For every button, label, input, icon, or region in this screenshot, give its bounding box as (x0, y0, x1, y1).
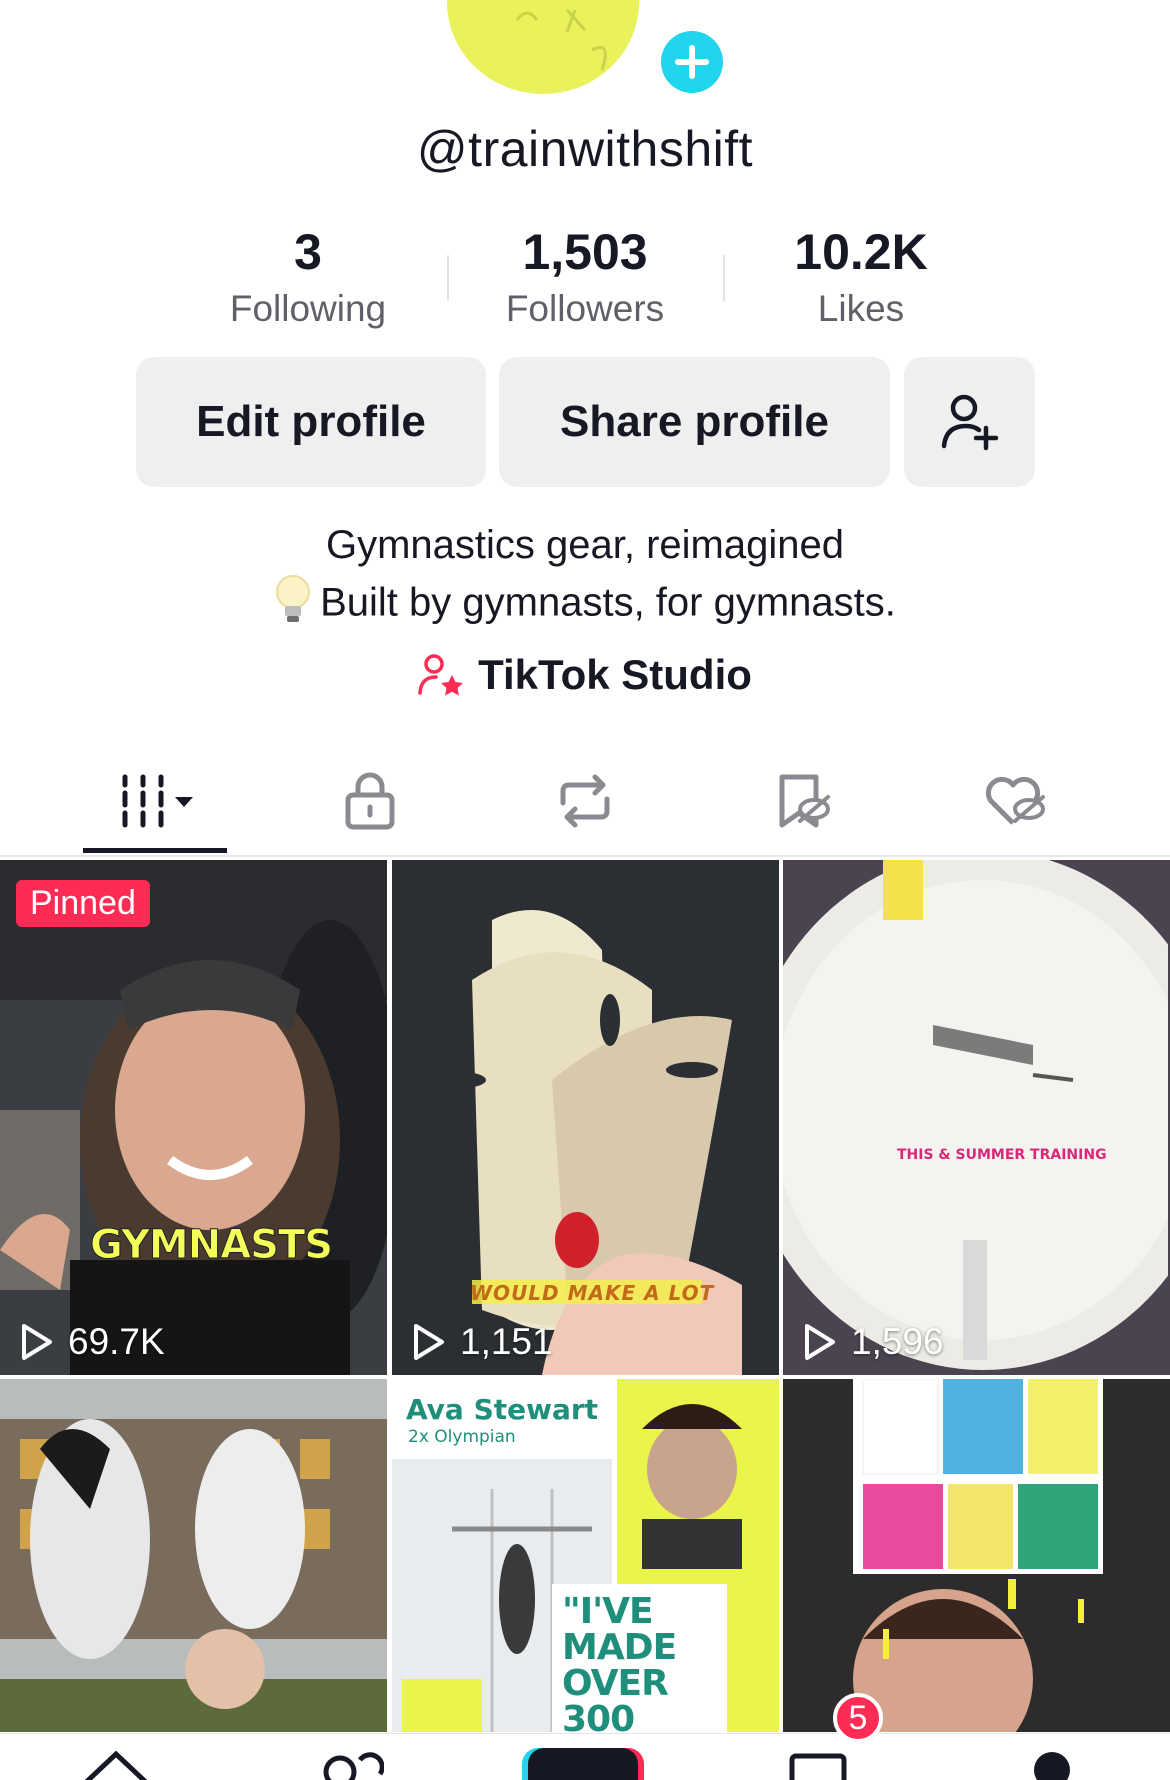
profile-tabs (0, 755, 1170, 857)
stat-value: 3 (294, 224, 322, 280)
friends-icon (323, 1752, 385, 1780)
tab-reposts[interactable] (545, 765, 625, 837)
nav-profile[interactable] (1032, 1750, 1072, 1780)
tab-videos[interactable] (100, 765, 210, 837)
video-subtitle: 2x Olympian (408, 1427, 516, 1447)
video-tile[interactable]: Pinned GYMNASTS 69.7K (0, 860, 387, 1375)
stat-value: 10.2K (794, 224, 928, 280)
video-caption: GYMNASTS (89, 1222, 333, 1269)
bio-line: Gymnastics gear, reimagined (325, 523, 844, 567)
nav-create[interactable] (518, 1744, 648, 1780)
home-icon (84, 1750, 148, 1780)
stat-label: Following (229, 288, 387, 329)
create-icon (522, 1748, 644, 1780)
bio-line: Built by gymnasts, for gymnasts. (0, 574, 1170, 636)
add-avatar-button[interactable] (654, 24, 730, 100)
video-tile[interactable] (783, 1379, 1170, 1732)
view-count: 1,596 (801, 1321, 944, 1363)
stat-label: Followers (505, 288, 665, 329)
play-icon (805, 1324, 835, 1360)
play-icon (22, 1324, 52, 1360)
stat-likes[interactable]: 10.2K Likes (741, 224, 981, 330)
stat-label: Likes (817, 288, 905, 329)
plus-icon (661, 31, 723, 93)
stat-divider (723, 255, 725, 301)
nav-home[interactable] (78, 1750, 154, 1780)
repost-icon (560, 774, 610, 828)
inbox-icon (789, 1753, 847, 1780)
video-thumbnail (783, 1379, 1170, 1732)
lock-icon (345, 772, 395, 830)
nav-friends[interactable] (320, 1750, 385, 1780)
view-count-value: 69.7K (68, 1321, 165, 1362)
view-count-value: 1,151 (460, 1321, 553, 1362)
view-count: 69.7K (18, 1321, 165, 1363)
stat-following[interactable]: 3 Following (188, 224, 428, 330)
lightbulb-emoji (274, 574, 312, 636)
stat-followers[interactable]: 1,503 Followers (465, 224, 705, 330)
inbox-badge: 5 (833, 1693, 883, 1743)
username: @trainwithshift (416, 121, 754, 177)
stat-divider (447, 255, 449, 301)
edit-profile-button[interactable]: Edit profile (136, 357, 486, 487)
video-caption: WOULD MAKE A LOT (470, 1281, 715, 1305)
tab-private[interactable] (330, 765, 410, 837)
view-count: 1,151 (410, 1321, 553, 1363)
pinned-badge: Pinned (16, 880, 150, 927)
video-tile[interactable]: WOULD MAKE A LOT 1,151 (392, 860, 779, 1375)
avatar[interactable] (447, 0, 639, 94)
video-title: Ava Stewart (406, 1393, 599, 1426)
profile-icon (1034, 1752, 1070, 1780)
studio-label: TikTok Studio (478, 651, 752, 698)
video-thumbnail (0, 1379, 387, 1732)
bottom-navigation (0, 1733, 1170, 1780)
video-caption: THIS & SUMMER TRAINING (897, 1147, 1107, 1163)
tab-favorites[interactable] (762, 765, 842, 837)
video-tile[interactable]: THIS & SUMMER TRAINING 1,596 (783, 860, 1170, 1375)
play-icon (414, 1324, 444, 1360)
tiktok-studio-link[interactable]: TikTok Studio (0, 651, 1170, 699)
favorites-hidden-icon (779, 774, 830, 828)
creator-icon (418, 654, 464, 696)
videos-grid-icon (122, 774, 193, 828)
video-quote: "I'VE MADE OVER 300 TAPE (562, 1591, 677, 1733)
nav-inbox[interactable] (788, 1750, 848, 1780)
tab-liked[interactable] (975, 765, 1055, 837)
view-count-value: 1,596 (851, 1321, 944, 1362)
active-tab-indicator (83, 848, 227, 853)
video-tile[interactable] (0, 1379, 387, 1732)
video-tile[interactable]: Ava Stewart 2x Olympian "I'VE MADE OVER … (392, 1379, 779, 1732)
bio-text: Built by gymnasts, for gymnasts. (320, 580, 896, 625)
video-thumbnail (0, 860, 387, 1375)
share-profile-button[interactable]: Share profile (499, 357, 890, 487)
stat-value: 1,503 (522, 224, 648, 280)
video-thumbnail (783, 860, 1170, 1375)
liked-hidden-icon (985, 776, 1045, 825)
add-friend-icon (941, 394, 998, 451)
add-friend-button[interactable] (904, 357, 1035, 487)
